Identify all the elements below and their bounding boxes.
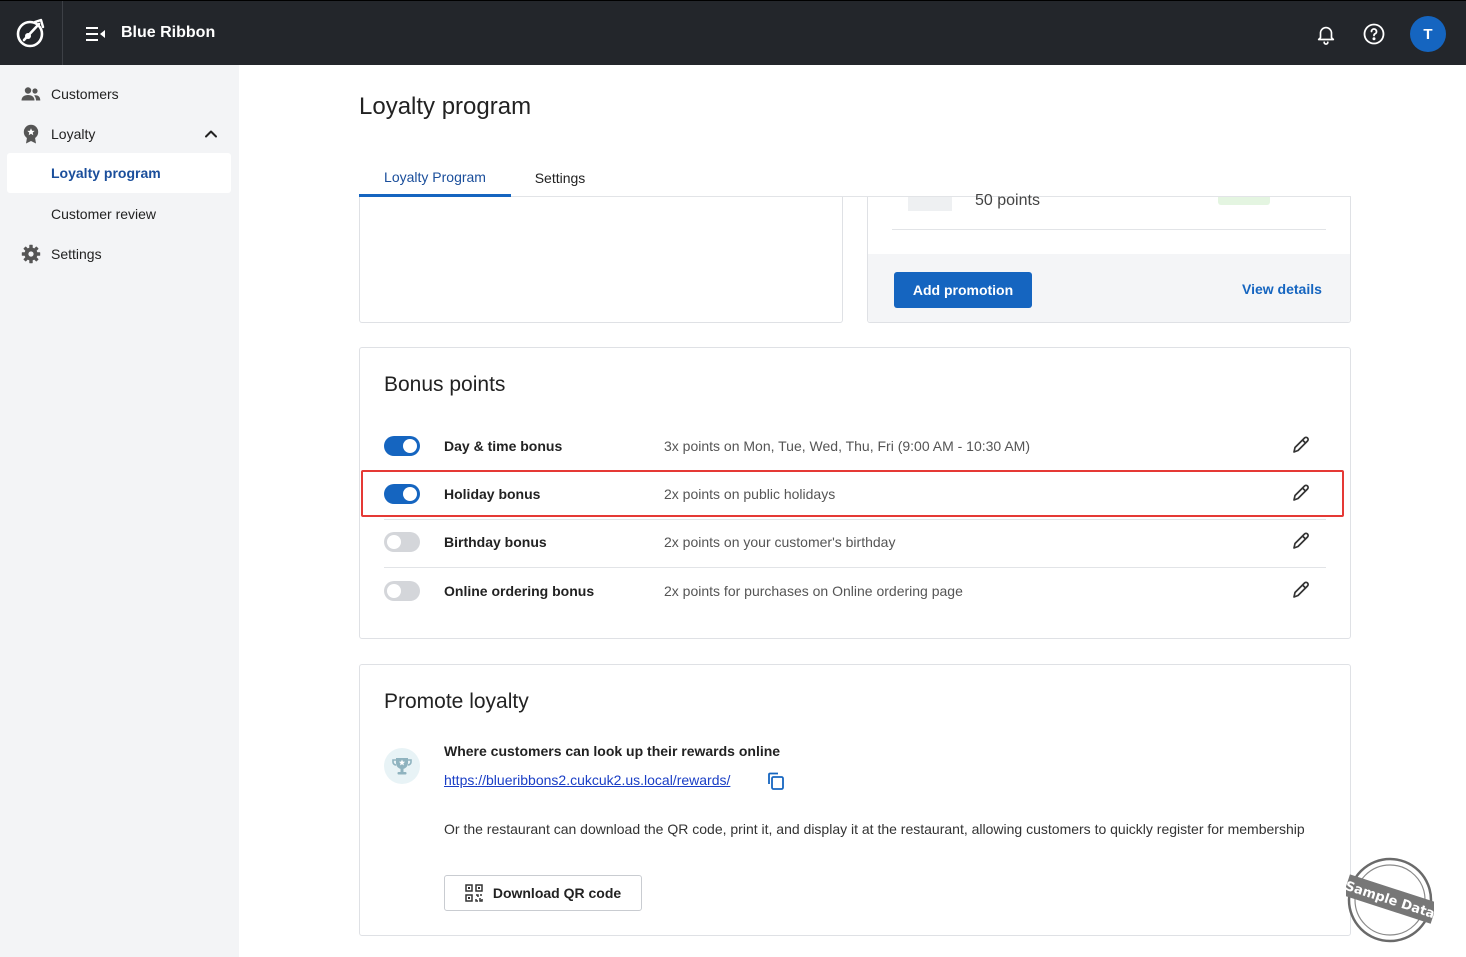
page-title: Loyalty program: [359, 93, 532, 120]
bonus-name: Day & time bonus: [444, 438, 563, 454]
pencil-icon[interactable]: [1290, 530, 1312, 552]
gear-icon: [21, 244, 41, 264]
bonus-points-title: Bonus points: [384, 373, 506, 396]
menu-collapse-icon[interactable]: [85, 23, 107, 45]
tab-bar: Loyalty Program Settings: [359, 159, 1351, 197]
rewards-link[interactable]: https://blueribbons2.cukcuk2.us.local/re…: [444, 772, 730, 788]
sidebar-item-label: Customer review: [51, 206, 157, 222]
sidebar-item-customers[interactable]: Customers: [7, 74, 231, 114]
sidebar-item-label: Loyalty: [51, 126, 96, 142]
copy-icon[interactable]: [766, 771, 786, 791]
sidebar: Customers Loyalty Loyalty program Custom…: [0, 65, 239, 957]
logo-icon: [16, 18, 45, 48]
bonus-row-online-ordering: Online ordering bonus 2x points for purc…: [384, 569, 1326, 617]
download-qr-button[interactable]: Download QR code: [444, 875, 642, 911]
customers-icon: [21, 84, 41, 104]
bonus-name: Online ordering bonus: [444, 583, 595, 599]
divider: [892, 229, 1326, 230]
rewards-lookup-heading: Where customers can look up their reward…: [444, 743, 781, 759]
notification-bell-icon[interactable]: [1313, 21, 1339, 47]
sidebar-item-label: Settings: [51, 246, 102, 262]
loyalty-badge-icon: [21, 124, 41, 144]
bonus-row-day-time: Day & time bonus 3x points on Mon, Tue, …: [384, 424, 1326, 472]
help-icon[interactable]: [1361, 21, 1387, 47]
top-bar: Blue Ribbon T: [0, 0, 1466, 65]
sidebar-item-loyalty-program[interactable]: Loyalty program: [7, 153, 231, 193]
sample-data-stamp: Sample Data: [1346, 857, 1434, 943]
summary-card: [359, 197, 843, 323]
sidebar-item-label: Customers: [51, 86, 119, 102]
day-time-bonus-toggle[interactable]: [384, 436, 420, 456]
bonus-description: 2x points for purchases on Online orderi…: [664, 583, 963, 599]
sidebar-item-label: Loyalty program: [51, 165, 161, 181]
chevron-up-icon[interactable]: [203, 126, 219, 142]
download-qr-label: Download QR code: [492, 885, 622, 901]
bonus-row-birthday: Birthday bonus 2x points on your custome…: [384, 520, 1326, 568]
view-details-link[interactable]: View details: [1242, 281, 1322, 297]
online-ordering-bonus-toggle[interactable]: [384, 581, 420, 601]
divider: [384, 567, 1326, 568]
sidebar-item-customer-review[interactable]: Customer review: [7, 194, 231, 234]
bonus-description: 2x points on your customer's birthday: [664, 534, 896, 550]
promotion-status-badge: [1218, 197, 1270, 205]
bonus-description: 3x points on Mon, Tue, Wed, Thu, Fri (9:…: [664, 438, 1030, 454]
promote-loyalty-title: Promote loyalty: [384, 690, 529, 713]
birthday-bonus-toggle[interactable]: [384, 532, 420, 552]
pencil-icon[interactable]: [1290, 434, 1312, 456]
pencil-icon[interactable]: [1290, 579, 1312, 601]
trophy-icon: [384, 748, 420, 784]
bonus-name: Birthday bonus: [444, 534, 547, 550]
tab-settings[interactable]: Settings: [519, 159, 601, 197]
app-name: Blue Ribbon: [121, 24, 216, 41]
user-avatar[interactable]: T: [1410, 16, 1446, 52]
qr-code-icon: [465, 884, 483, 902]
sidebar-item-settings[interactable]: Settings: [7, 234, 231, 274]
qr-instructions: Or the restaurant can download the QR co…: [444, 821, 1305, 837]
sidebar-item-loyalty[interactable]: Loyalty: [7, 114, 231, 154]
promotion-points: 50 points: [975, 192, 1040, 209]
highlight-box: [361, 470, 1344, 517]
promotion-thumbnail: [908, 197, 952, 211]
app-logo[interactable]: [0, 1, 63, 65]
tab-loyalty-program[interactable]: Loyalty Program: [359, 159, 511, 197]
add-promotion-button[interactable]: Add promotion: [894, 272, 1032, 308]
